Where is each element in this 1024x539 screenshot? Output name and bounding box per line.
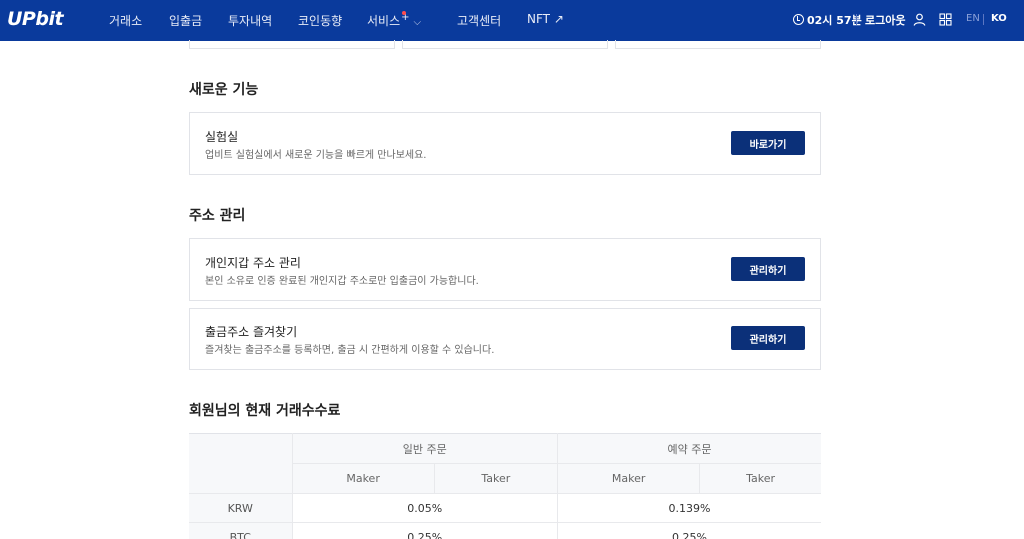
normal-fee-cell: 0.05%: [292, 493, 559, 523]
logout-button[interactable]: 로그아웃: [865, 12, 905, 28]
nav-coin-trends[interactable]: 코인동향: [298, 12, 342, 29]
table-row: BTC 0.25% 0.25%: [189, 522, 821, 539]
card-stub: [615, 40, 821, 49]
clock-icon: [793, 14, 804, 25]
currency-cell: KRW: [189, 493, 293, 523]
language-en[interactable]: EN: [966, 13, 980, 24]
card-stub: [402, 40, 608, 49]
section-title-trading-fees: 회원님의 현재 거래수수료: [189, 403, 341, 419]
fee-table: 일반 주문 예약 주문 Maker Taker Maker Taker KRW …: [189, 433, 821, 539]
apps-grid-icon[interactable]: [939, 13, 952, 26]
table-corner: [189, 433, 293, 494]
divider: [856, 14, 857, 25]
cards-row-top-cutoff: [189, 40, 821, 49]
card-stub: [189, 40, 395, 49]
nav-deposit-withdraw[interactable]: 입출금: [169, 12, 202, 29]
card-title: 출금주소 즐겨찾기: [205, 325, 298, 339]
header-reserved-order: 예약 주문: [557, 433, 821, 464]
nav-services-label: 서비스: [367, 14, 401, 28]
nav-investments[interactable]: 투자내역: [228, 12, 272, 29]
header-normal-taker: Taker: [434, 463, 559, 494]
chevron-down-icon: ⌵: [413, 17, 422, 28]
go-to-lab-button[interactable]: 바로가기: [731, 131, 805, 155]
user-icon[interactable]: [913, 13, 926, 26]
card-personal-wallet: 개인지갑 주소 관리 본인 소유로 인증 완료된 개인지갑 주소로만 입출금이 …: [189, 238, 821, 301]
card-description: 본인 소유로 인증 완료된 개인지갑 주소로만 입출금이 가능합니다.: [205, 276, 479, 287]
nav-services[interactable]: 서비스+ ⌵: [367, 11, 422, 29]
section-title-new-features: 새로운 기능: [189, 82, 259, 98]
section-title-address-management: 주소 관리: [189, 208, 246, 224]
reserved-fee-cell: 0.139%: [557, 493, 821, 523]
card-description: 즐겨찾는 출금주소를 등록하면, 출금 시 간편하게 이용할 수 있습니다.: [205, 345, 495, 356]
top-navigation-bar: UPbit 거래소 입출금 투자내역 코인동향 서비스+ ⌵ 고객센터 NFT ↗…: [0, 0, 1024, 41]
session-timer-text: 02시 57분: [807, 14, 862, 27]
currency-cell: BTC: [189, 522, 293, 539]
header-reserved-taker: Taker: [699, 463, 821, 494]
header-normal-order: 일반 주문: [292, 433, 559, 464]
nav-customer-center[interactable]: 고객센터: [457, 12, 501, 29]
session-timer: 02시 57분: [793, 12, 862, 28]
nav-nft[interactable]: NFT ↗: [527, 12, 564, 26]
header-reserved-maker: Maker: [557, 463, 701, 494]
manage-favorites-button[interactable]: 관리하기: [731, 326, 805, 350]
upbit-logo[interactable]: UPbit: [7, 8, 64, 30]
card-withdraw-favorites: 출금주소 즐겨찾기 즐겨찾는 출금주소를 등록하면, 출금 시 간편하게 이용할…: [189, 308, 821, 370]
card-lab: 실험실 업비트 실험실에서 새로운 기능을 빠르게 만나보세요. 바로가기: [189, 112, 821, 175]
reserved-fee-cell: 0.25%: [557, 522, 821, 539]
normal-fee-cell: 0.25%: [292, 522, 559, 539]
divider: [983, 14, 984, 25]
nav-exchange[interactable]: 거래소: [109, 12, 142, 29]
table-row: KRW 0.05% 0.139%: [189, 493, 821, 523]
header-normal-maker: Maker: [292, 463, 435, 494]
card-title: 개인지갑 주소 관리: [205, 256, 301, 270]
card-description: 업비트 실험실에서 새로운 기능을 빠르게 만나보세요.: [205, 150, 427, 161]
manage-wallet-button[interactable]: 관리하기: [731, 257, 805, 281]
card-title: 실험실: [205, 130, 239, 144]
language-ko[interactable]: KO: [991, 13, 1007, 24]
